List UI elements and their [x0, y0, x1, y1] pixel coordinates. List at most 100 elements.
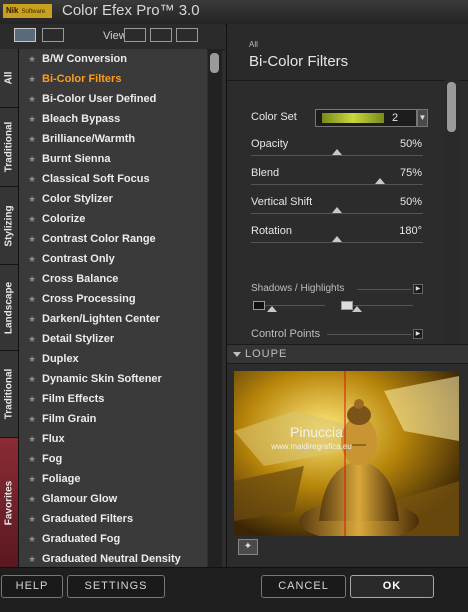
filter-item[interactable]: ★ Cross Processing: [19, 289, 207, 309]
filter-item[interactable]: ★ Detail Stylizer: [19, 329, 207, 349]
color-set-select[interactable]: 2: [315, 109, 417, 127]
list-view-icon[interactable]: [14, 28, 36, 42]
scrollbar-thumb[interactable]: [210, 53, 219, 73]
slider-handle[interactable]: [332, 149, 342, 155]
slider-track[interactable]: [251, 184, 423, 185]
filter-item[interactable]: ★ Cross Balance: [19, 269, 207, 289]
filter-item[interactable]: ★ Contrast Only: [19, 249, 207, 269]
filter-item[interactable]: ★ Burnt Sienna: [19, 149, 207, 169]
filter-item[interactable]: ★ Foliage: [19, 469, 207, 489]
filter-item[interactable]: ★ Contrast Color Range: [19, 229, 207, 249]
star-icon[interactable]: ★: [28, 189, 36, 209]
slider-track[interactable]: [251, 242, 423, 243]
ok-button[interactable]: OK: [350, 575, 434, 598]
thumbnail-view-icon[interactable]: [42, 28, 64, 42]
star-icon[interactable]: ★: [28, 349, 36, 369]
tab-traditional-2[interactable]: Traditional: [0, 351, 18, 438]
slider-handle[interactable]: [375, 178, 385, 184]
loupe-header[interactable]: LOUPE: [227, 344, 468, 364]
star-icon[interactable]: ★: [28, 289, 36, 309]
tab-stylizing[interactable]: Stylizing: [0, 187, 18, 265]
filter-item[interactable]: ★ B/W Conversion: [19, 49, 207, 69]
slider-handle[interactable]: [332, 236, 342, 242]
filter-item[interactable]: ★ Bi-Color Filters: [19, 69, 207, 89]
slider-value: 75%: [399, 167, 422, 179]
tab-all[interactable]: All: [0, 49, 18, 108]
filter-item[interactable]: ★ Color Stylizer: [19, 189, 207, 209]
filter-item[interactable]: ★ Darken/Lighten Center: [19, 309, 207, 329]
filter-item[interactable]: ★ Film Effects: [19, 389, 207, 409]
help-button[interactable]: HELP: [1, 575, 63, 598]
star-icon[interactable]: ★: [28, 469, 36, 489]
filter-item[interactable]: ★ Duplex: [19, 349, 207, 369]
chevron-down-icon[interactable]: ▼: [417, 109, 428, 127]
filter-item[interactable]: ★ Brilliance/Warmth: [19, 129, 207, 149]
filter-item[interactable]: ★ Colorize: [19, 209, 207, 229]
filter-item[interactable]: ★ Bleach Bypass: [19, 109, 207, 129]
filter-item[interactable]: ★ Graduated Filters: [19, 509, 207, 529]
filter-label: Graduated Neutral Density: [42, 553, 181, 565]
cancel-button[interactable]: CANCEL: [261, 575, 346, 598]
panel-title: Bi-Color Filters: [249, 53, 349, 70]
panel-scrollbar[interactable]: [445, 80, 459, 344]
star-icon[interactable]: ★: [28, 109, 36, 129]
filter-item[interactable]: ★ Glamour Glow: [19, 489, 207, 509]
star-icon[interactable]: ★: [28, 249, 36, 269]
star-icon[interactable]: ★: [28, 529, 36, 549]
slider-handle[interactable]: [332, 207, 342, 213]
star-icon[interactable]: ★: [28, 269, 36, 289]
star-icon[interactable]: ★: [28, 509, 36, 529]
loupe-preview-image[interactable]: Pinuccia www.maidiregrafica.eu: [234, 371, 459, 536]
star-icon[interactable]: ★: [28, 49, 36, 69]
tab-traditional[interactable]: Traditional: [0, 108, 18, 187]
single-view-icon[interactable]: [124, 28, 146, 42]
slider-track[interactable]: [251, 213, 423, 214]
star-icon[interactable]: ★: [28, 429, 36, 449]
filter-item[interactable]: ★ Classical Soft Focus: [19, 169, 207, 189]
star-icon[interactable]: ★: [28, 69, 36, 89]
star-icon[interactable]: ★: [28, 309, 36, 329]
shadows-highlights-section[interactable]: Shadows / Highlights: [251, 283, 344, 294]
expand-arrow-icon[interactable]: ▶: [413, 329, 423, 339]
star-icon[interactable]: ★: [28, 409, 36, 429]
star-icon[interactable]: ★: [28, 209, 36, 229]
star-icon[interactable]: ★: [28, 329, 36, 349]
star-icon[interactable]: ★: [28, 389, 36, 409]
filter-list-scrollbar[interactable]: [208, 49, 222, 567]
highlights-slider-handle[interactable]: [352, 306, 362, 312]
star-icon[interactable]: ★: [28, 149, 36, 169]
filter-label: Burnt Sienna: [42, 153, 111, 165]
tab-landscape[interactable]: Landscape: [0, 265, 18, 351]
side-by-side-view-icon[interactable]: [176, 28, 198, 42]
loupe-panel: LOUPE Pinuccia www.maidiregrafica.eu ✦: [226, 344, 468, 567]
star-icon[interactable]: ★: [28, 449, 36, 469]
settings-button[interactable]: SETTINGS: [67, 575, 165, 598]
pin-icon[interactable]: ✦: [238, 539, 258, 555]
star-icon[interactable]: ★: [28, 549, 36, 567]
control-points-section[interactable]: Control Points: [251, 328, 320, 340]
filter-item[interactable]: ★ Bi-Color User Defined: [19, 89, 207, 109]
star-icon[interactable]: ★: [28, 369, 36, 389]
split-view-icon[interactable]: [150, 28, 172, 42]
scrollbar-thumb[interactable]: [447, 82, 456, 132]
star-icon[interactable]: ★: [28, 169, 36, 189]
color-set-label: Color Set: [251, 111, 297, 123]
filter-item[interactable]: ★ Fog: [19, 449, 207, 469]
star-icon[interactable]: ★: [28, 229, 36, 249]
filter-item[interactable]: ★ Dynamic Skin Softener: [19, 369, 207, 389]
expand-arrow-icon[interactable]: ▶: [413, 284, 423, 294]
shadows-slider-handle[interactable]: [267, 306, 277, 312]
star-icon[interactable]: ★: [28, 489, 36, 509]
star-icon[interactable]: ★: [28, 89, 36, 109]
star-icon[interactable]: ★: [28, 129, 36, 149]
filter-item[interactable]: ★ Graduated Neutral Density: [19, 549, 207, 567]
filter-item[interactable]: ★ Flux: [19, 429, 207, 449]
filter-item[interactable]: ★ Film Grain: [19, 409, 207, 429]
collapse-icon[interactable]: [233, 352, 241, 357]
slider-track[interactable]: [251, 155, 423, 156]
filter-item[interactable]: ★ Graduated Fog: [19, 529, 207, 549]
highlights-slider-track[interactable]: [353, 305, 413, 306]
tab-label: Landscape: [3, 281, 15, 334]
filter-label: Film Effects: [42, 393, 105, 405]
tab-favorites[interactable]: Favorites: [0, 438, 18, 568]
